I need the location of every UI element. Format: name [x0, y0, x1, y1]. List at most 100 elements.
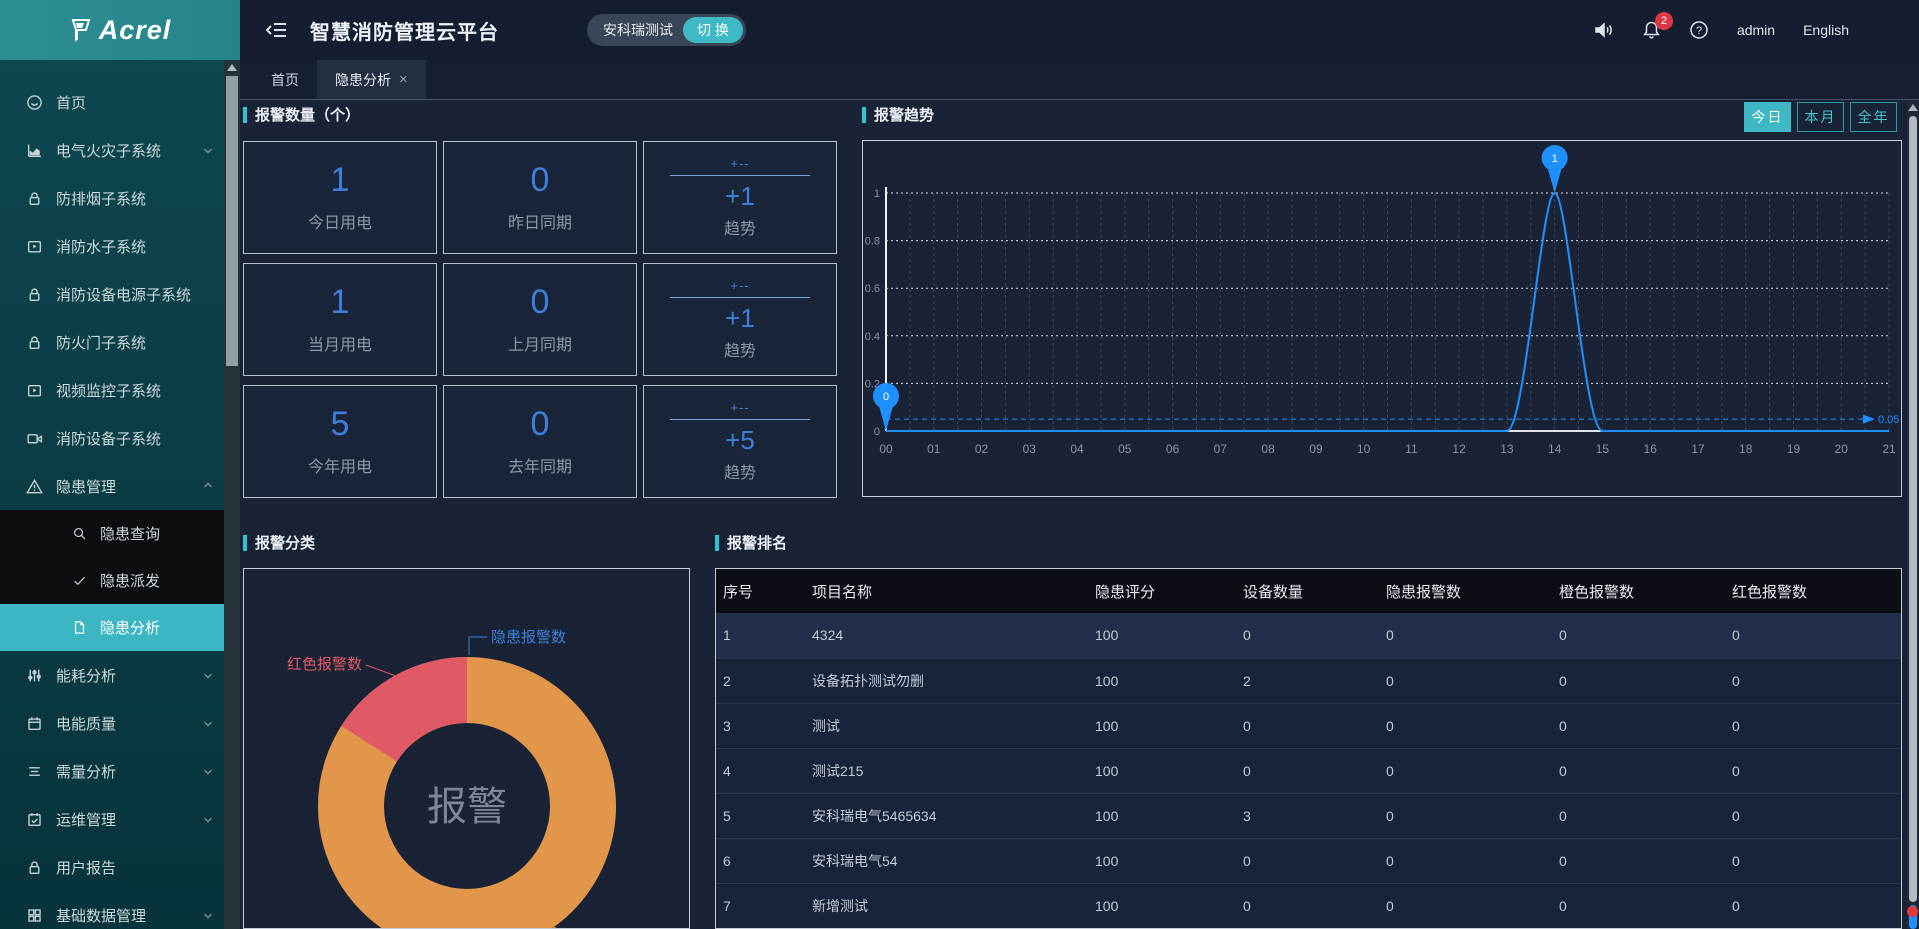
scroll-up-arrow-icon[interactable] — [227, 64, 237, 71]
sidebar-item-label: 首页 — [56, 92, 86, 113]
sidebar-item-4[interactable]: 消防设备电源子系统 — [0, 270, 224, 318]
alarm-ranking-title: 报警排名 — [715, 532, 787, 553]
lock-icon — [26, 859, 43, 876]
video-icon — [26, 238, 43, 255]
sidebar-item-3[interactable]: 消防水子系统 — [0, 222, 224, 270]
svg-text:06: 06 — [1166, 442, 1180, 456]
sidebar-item-2[interactable]: 防排烟子系统 — [0, 174, 224, 222]
trend-top-value: +-- — [730, 278, 749, 293]
table-cell: 新增测试 — [805, 883, 1088, 928]
svg-text:0: 0 — [883, 391, 889, 403]
sidebar-item-15[interactable]: 运维管理 — [0, 795, 224, 843]
chevron-down-icon — [202, 144, 214, 156]
sidebar-item-label: 运维管理 — [56, 809, 116, 830]
table-cell: 0 — [1725, 748, 1902, 793]
svg-text:13: 13 — [1500, 442, 1514, 456]
table-cell: 0 — [1379, 613, 1552, 658]
document-icon — [72, 620, 87, 635]
alert-dot — [1907, 906, 1918, 917]
trend-divider — [670, 419, 810, 420]
svg-text:02: 02 — [975, 442, 989, 456]
table-cell: 0 — [1725, 703, 1902, 748]
table-cell: 设备拓扑测试勿删 — [805, 658, 1088, 703]
tab-1[interactable]: 隐患分析 × — [317, 60, 426, 99]
lock-icon — [26, 334, 43, 351]
sidebar-item-9[interactable]: 隐患查询 — [0, 510, 240, 557]
sidebar-item-7[interactable]: 消防设备子系统 — [0, 414, 224, 462]
sidebar-item-label: 防排烟子系统 — [56, 188, 146, 209]
page-scroll-thumb[interactable] — [1909, 116, 1917, 902]
table-cell: 0 — [1552, 838, 1725, 883]
range-button-1[interactable]: 本月 — [1797, 102, 1844, 132]
table-cell: 4 — [716, 748, 805, 793]
user-menu[interactable]: admin — [1737, 22, 1775, 38]
sidebar-item-0[interactable]: 首页 — [0, 78, 224, 126]
page-scrollbar[interactable] — [1907, 100, 1919, 929]
sidebar-item-label: 电能质量 — [56, 713, 116, 734]
sidebar-item-13[interactable]: 电能质量 — [0, 699, 224, 747]
sidebar-item-8[interactable]: 隐患管理 — [0, 462, 224, 510]
sidebar-item-11[interactable]: 隐患分析 — [0, 604, 240, 651]
sidebar-scroll-thumb[interactable] — [226, 76, 238, 366]
tab-0[interactable]: 首页 — [253, 60, 317, 99]
help-icon[interactable]: ? — [1689, 20, 1709, 40]
search-icon — [72, 526, 87, 541]
table-cell: 3 — [1236, 793, 1379, 838]
sidebar-item-label: 消防设备电源子系统 — [56, 284, 191, 305]
calendar-check-icon — [26, 811, 43, 828]
warning-icon — [26, 478, 43, 495]
table-cell: 1 — [716, 613, 805, 658]
svg-text:01: 01 — [927, 442, 941, 456]
scroll-up-arrow-icon[interactable] — [1908, 104, 1918, 111]
title-accent-bar — [862, 107, 866, 123]
table-cell: 安科瑞电气54 — [805, 838, 1088, 883]
switch-tenant-button[interactable]: 切 换 — [683, 17, 743, 43]
speaker-icon[interactable] — [1594, 21, 1614, 39]
svg-text:05: 05 — [1118, 442, 1132, 456]
sidebar-item-1[interactable]: 电气火灾子系统 — [0, 126, 224, 174]
range-button-2[interactable]: 全年 — [1850, 102, 1897, 132]
sidebar-item-5[interactable]: 防火门子系统 — [0, 318, 224, 366]
sidebar-collapse-icon[interactable] — [266, 20, 288, 40]
sidebar-item-14[interactable]: 需量分析 — [0, 747, 224, 795]
reference-line-label: 0.05 — [1878, 414, 1899, 426]
stat-value: 0 — [531, 406, 550, 443]
pin-marker: 1 — [1542, 145, 1568, 193]
sidebar-item-17[interactable]: 基础数据管理 — [0, 891, 224, 929]
table-cell: 0 — [1552, 703, 1725, 748]
title-accent-bar — [715, 535, 719, 551]
alarm-trend-chart: 00.20.40.60.8100010203040506070809101112… — [862, 140, 1902, 497]
svg-text:0.4: 0.4 — [865, 331, 880, 343]
table-cell: 0 — [1725, 613, 1902, 658]
chevron-down-icon — [202, 909, 214, 921]
chevron-down-icon — [202, 765, 214, 777]
table-cell: 100 — [1088, 703, 1236, 748]
table-cell: 0 — [1379, 883, 1552, 928]
area-chart-icon — [26, 142, 43, 159]
range-button-0[interactable]: 今日 — [1744, 102, 1791, 132]
table-cell: 100 — [1088, 793, 1236, 838]
table-cell: 0 — [1725, 793, 1902, 838]
video-icon — [26, 382, 43, 399]
camera-icon — [26, 430, 43, 447]
notifications-bell-icon[interactable]: 2 — [1642, 20, 1661, 40]
chevron-down-icon — [202, 813, 214, 825]
trend-line-series — [886, 193, 1889, 431]
sidebar-scrollbar[interactable] — [224, 60, 240, 929]
stat-value: 0 — [531, 284, 550, 321]
table-cell: 0 — [1236, 703, 1379, 748]
table-cell: 5 — [716, 793, 805, 838]
sidebar-item-12[interactable]: 能耗分析 — [0, 651, 224, 699]
close-icon[interactable]: × — [399, 71, 408, 88]
sidebar-item-10[interactable]: 隐患派发 — [0, 557, 240, 604]
main-content: 报警数量（个） 1 今日用电 0 昨日同期 +-- +1 趋势 1 当月用电 0… — [240, 100, 1907, 929]
alarm-category-chart: 隐患报警数红色报警数报警 — [243, 568, 690, 929]
sidebar-item-16[interactable]: 用户报告 — [0, 843, 224, 891]
table-row-5: 6安科瑞电气541000000 — [716, 838, 1902, 883]
table-cell: 测试215 — [805, 748, 1088, 793]
sidebar-item-6[interactable]: 视频监控子系统 — [0, 366, 224, 414]
stat-value: 1 — [331, 284, 350, 321]
home-icon — [26, 94, 43, 111]
table-cell: 0 — [1236, 748, 1379, 793]
language-switch[interactable]: English — [1803, 22, 1849, 38]
